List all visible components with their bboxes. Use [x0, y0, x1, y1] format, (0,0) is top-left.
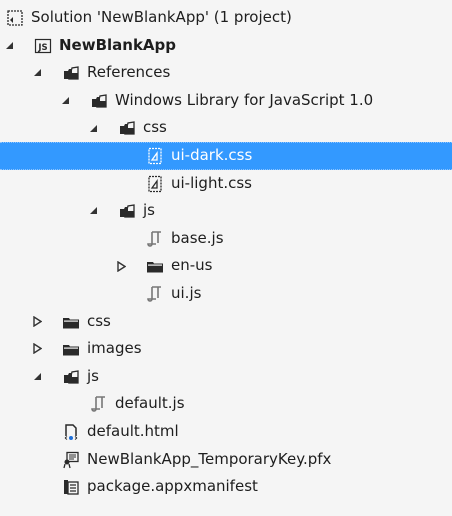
folder-open-icon — [62, 64, 80, 82]
tree-item[interactable]: ui.js — [0, 280, 452, 308]
tree-item[interactable]: base.js — [0, 225, 452, 253]
folder-closed-icon — [146, 257, 164, 275]
css-file-icon — [146, 147, 164, 165]
svg-text:JS: JS — [37, 43, 47, 53]
expanded-arrow-icon[interactable] — [2, 32, 16, 60]
folder-closed-icon — [62, 313, 80, 331]
folder-open-icon — [90, 92, 108, 110]
folder-open-icon — [118, 202, 136, 220]
tree-item-label: ui.js — [171, 283, 202, 302]
tree-item-label: js — [87, 366, 99, 385]
tree-item-label: Solution 'NewBlankApp' (1 project) — [31, 8, 292, 26]
tree-item[interactable]: Windows Library for JavaScript 1.0 — [0, 87, 452, 115]
tree-item-label: package.appxmanifest — [87, 477, 258, 496]
expanded-arrow-icon[interactable] — [86, 197, 100, 225]
tree-item[interactable]: ui-light.css — [0, 170, 452, 198]
tree-item-label: References — [87, 63, 171, 82]
tree-item[interactable]: NewBlankApp_TemporaryKey.pfx — [0, 446, 452, 474]
tree-item-label: ui-dark.css — [171, 145, 253, 164]
folder-closed-icon — [62, 340, 80, 358]
tree-item[interactable]: en-us — [0, 252, 452, 280]
tree-item-label: en-us — [171, 256, 213, 275]
folder-open-icon — [118, 119, 136, 137]
expanded-arrow-icon[interactable] — [30, 59, 44, 87]
folder-open-icon — [62, 368, 80, 386]
js-file-icon — [90, 395, 108, 413]
certificate-icon — [62, 451, 80, 469]
expanded-arrow-icon[interactable] — [58, 87, 72, 115]
tree-item[interactable]: images — [0, 335, 452, 363]
tree-item-label: css — [143, 118, 167, 137]
tree-item-label: images — [87, 339, 142, 358]
js-file-icon — [146, 230, 164, 248]
tree-item[interactable]: js — [0, 197, 452, 225]
tree-item-label: base.js — [171, 228, 224, 247]
collapsed-arrow-icon[interactable] — [30, 335, 44, 363]
tree-item-label: js — [143, 201, 155, 220]
html-file-icon — [62, 423, 80, 441]
tree-item[interactable]: package.appxmanifest — [0, 473, 452, 501]
tree-item[interactable]: JS NewBlankApp — [0, 32, 452, 60]
tree-item-label: css — [87, 311, 111, 330]
tree-item[interactable]: ui-dark.css — [0, 141, 452, 170]
js-project-icon: JS — [34, 37, 52, 55]
solution-explorer-tree: Solution 'NewBlankApp' (1 project) JS NewB… — [0, 4, 452, 501]
collapsed-arrow-icon[interactable] — [30, 308, 44, 336]
tree-item-label: NewBlankApp_TemporaryKey.pfx — [87, 449, 332, 468]
tree-item-label: Windows Library for JavaScript 1.0 — [115, 90, 374, 109]
tree-item[interactable]: Solution 'NewBlankApp' (1 project) — [0, 4, 452, 32]
tree-item[interactable]: css — [0, 114, 452, 142]
js-file-icon — [146, 285, 164, 303]
tree-item[interactable]: default.html — [0, 418, 452, 446]
expanded-arrow-icon[interactable] — [86, 114, 100, 142]
tree-item-label: default.html — [87, 421, 179, 440]
manifest-icon — [62, 478, 80, 496]
collapsed-arrow-icon[interactable] — [114, 252, 128, 280]
tree-item-label: NewBlankApp — [59, 35, 177, 54]
tree-item[interactable]: js — [0, 363, 452, 391]
tree-item[interactable]: css — [0, 308, 452, 336]
tree-item-label: ui-light.css — [171, 173, 252, 192]
tree-item[interactable]: References — [0, 59, 452, 87]
tree-item[interactable]: default.js — [0, 390, 452, 418]
css-file-icon — [146, 175, 164, 193]
expanded-arrow-icon[interactable] — [30, 363, 44, 391]
tree-item-label: default.js — [115, 394, 185, 413]
solution-icon — [6, 9, 24, 27]
